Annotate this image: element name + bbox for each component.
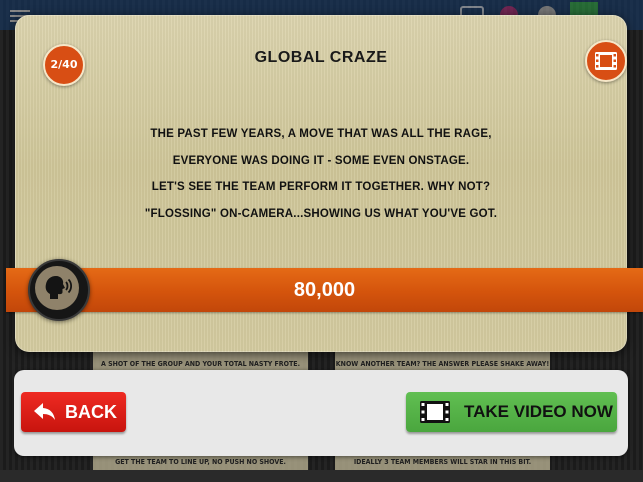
points-value: 80,000 xyxy=(293,279,356,301)
read-aloud-button[interactable] xyxy=(28,259,90,321)
video-preview-button[interactable] xyxy=(585,40,627,82)
description-line: THE PAST FEW YEARS, A MOVE THAT WAS ALL … xyxy=(150,128,492,140)
challenge-description: THE PAST FEW YEARS, A MOVE THAT WAS ALL … xyxy=(75,121,567,227)
description-line: LET'S SEE THE TEAM PERFORM IT TOGETHER. … xyxy=(151,181,491,193)
action-bar: BACK TAKE VIDEO NOW xyxy=(14,370,628,456)
menu-icon xyxy=(10,10,30,12)
challenge-title: GLOBAL CRAZE xyxy=(254,49,388,66)
description-line: "FLOSSING" ON-CAMERA...SHOWING US WHAT Y… xyxy=(144,207,498,220)
description-line: EVERYONE WAS DOING IT - SOME EVEN ONSTAG… xyxy=(172,154,470,167)
take-video-button[interactable]: TAKE VIDEO NOW xyxy=(406,392,617,432)
bottom-strip xyxy=(0,470,643,482)
film-icon xyxy=(420,401,450,423)
back-label: BACK xyxy=(65,402,117,422)
back-button[interactable]: BACK xyxy=(21,392,126,432)
film-icon xyxy=(595,52,617,70)
take-video-label: TAKE VIDEO NOW xyxy=(464,402,613,421)
points-bar: 80,000 xyxy=(6,268,643,312)
audio-button-face xyxy=(35,266,79,310)
back-arrow-icon xyxy=(34,403,55,420)
speaking-head-icon xyxy=(45,276,73,299)
